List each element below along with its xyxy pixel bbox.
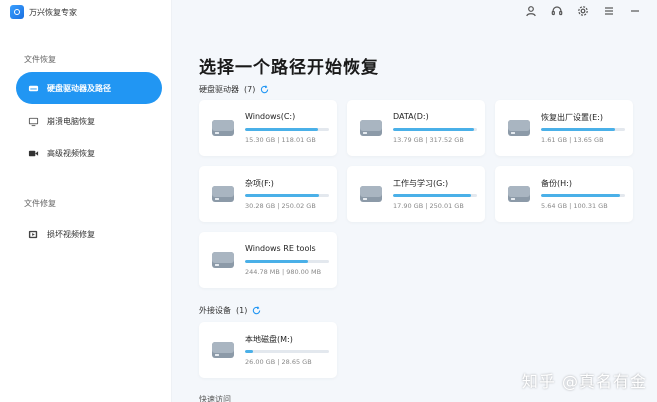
drive-size: 1.61 GB | 13.65 GB (541, 136, 604, 144)
drive-icon (211, 250, 235, 270)
drives-header-label: 硬盘驱动器 (199, 85, 239, 94)
drive-usage-bar (541, 194, 625, 197)
sidebar: 万兴恢复专家 文件恢复 硬盘驱动器及路径 崩溃电脑恢复 高级视频恢复 文件修复 (0, 0, 172, 402)
app-window: 万兴恢复专家 文件恢复 硬盘驱动器及路径 崩溃电脑恢复 高级视频恢复 文件修复 (0, 0, 657, 402)
drive-usage-bar (245, 128, 329, 131)
drive-size: 17.90 GB | 250.01 GB (393, 202, 464, 210)
drive-name: 恢复出厂设置(E:) (541, 113, 603, 122)
sidebar-item-label: 硬盘驱动器及路径 (47, 83, 111, 93)
drive-name: Windows RE tools (245, 244, 316, 253)
drive-card[interactable]: DATA(D:) 13.79 GB | 317.52 GB (347, 100, 485, 156)
quick-access-label: 快速访问 (199, 395, 231, 402)
drive-size: 26.00 GB | 28.65 GB (245, 358, 312, 366)
drive-name: 本地磁盘(M:) (245, 335, 293, 344)
drive-icon (507, 184, 531, 204)
drive-usage-fill (245, 194, 319, 197)
sidebar-item-advanced-video[interactable]: 高级视频恢复 (16, 137, 162, 169)
app-logo-icon (10, 5, 24, 19)
window-controls (525, 5, 641, 17)
drive-icon (211, 340, 235, 360)
app-title: 万兴恢复专家 (29, 7, 77, 17)
drive-icon (359, 118, 383, 138)
sidebar-item-crashed-computer[interactable]: 崩溃电脑恢复 (16, 105, 162, 137)
drive-usage-bar (393, 194, 477, 197)
refresh-icon[interactable] (260, 85, 269, 94)
drive-usage-fill (245, 260, 308, 263)
app-title-bar: 万兴恢复专家 (10, 5, 77, 19)
drive-card[interactable]: 工作与学习(G:) 17.90 GB | 250.01 GB (347, 166, 485, 222)
drive-usage-fill (393, 128, 474, 131)
drive-name: 杂项(F:) (245, 179, 274, 188)
drive-usage-fill (245, 350, 253, 353)
drives-count: (7) (244, 85, 256, 94)
drive-size: 244.78 MB | 980.00 MB (245, 268, 322, 276)
drive-icon (211, 118, 235, 138)
external-group-header: 外接设备 (1) (199, 305, 261, 316)
menu-icon[interactable] (603, 5, 615, 17)
drive-name: Windows(C:) (245, 112, 296, 121)
video-repair-icon (28, 229, 39, 240)
section-label-repair: 文件修复 (24, 199, 56, 208)
drive-size: 5.64 GB | 100.31 GB (541, 202, 608, 210)
drive-card[interactable]: 备份(H:) 5.64 GB | 100.31 GB (495, 166, 633, 222)
settings-icon[interactable] (577, 5, 589, 17)
drive-name: 备份(H:) (541, 179, 572, 188)
drive-usage-fill (245, 128, 319, 131)
crashed-computer-icon (28, 116, 39, 127)
headset-icon[interactable] (551, 5, 563, 17)
drive-card[interactable]: Windows(C:) 15.30 GB | 118.01 GB (199, 100, 337, 156)
drive-icon (359, 184, 383, 204)
main-panel: 选择一个路径开始恢复 硬盘驱动器 (7) Windows(C:) 15.30 GB… (173, 0, 657, 402)
drive-usage-bar (541, 128, 625, 131)
drive-size: 13.79 GB | 317.52 GB (393, 136, 464, 144)
sidebar-item-video-repair[interactable]: 损坏视频修复 (16, 218, 162, 250)
hard-drive-icon (28, 83, 39, 94)
drive-icon (211, 184, 235, 204)
drive-card[interactable]: 本地磁盘(M:) 26.00 GB | 28.65 GB (199, 322, 337, 378)
sidebar-item-label: 损坏视频修复 (47, 229, 95, 239)
sidebar-item-hard-drive[interactable]: 硬盘驱动器及路径 (16, 72, 162, 104)
drive-usage-fill (541, 128, 615, 131)
refresh-icon[interactable] (252, 306, 261, 315)
drive-icon (507, 118, 531, 138)
drive-size: 30.28 GB | 250.02 GB (245, 202, 316, 210)
sidebar-item-label: 高级视频恢复 (47, 148, 95, 158)
page-title: 选择一个路径开始恢复 (199, 58, 379, 78)
external-header-label: 外接设备 (199, 306, 231, 315)
drive-size: 15.30 GB | 118.01 GB (245, 136, 316, 144)
drive-usage-fill (393, 194, 472, 197)
drive-usage-bar (245, 260, 329, 263)
drive-usage-bar (393, 128, 477, 131)
drive-card[interactable]: Windows RE tools 244.78 MB | 980.00 MB (199, 232, 337, 288)
video-camera-icon (28, 148, 39, 159)
drive-card[interactable]: 恢复出厂设置(E:) 1.61 GB | 13.65 GB (495, 100, 633, 156)
sidebar-item-label: 崩溃电脑恢复 (47, 116, 95, 126)
drive-usage-fill (541, 194, 620, 197)
drive-card[interactable]: 杂项(F:) 30.28 GB | 250.02 GB (199, 166, 337, 222)
drive-name: 工作与学习(G:) (393, 179, 449, 188)
minimize-icon[interactable] (629, 5, 641, 17)
external-count: (1) (236, 306, 248, 315)
user-icon[interactable] (525, 5, 537, 17)
section-label-recover: 文件恢复 (24, 55, 56, 64)
drive-usage-bar (245, 350, 329, 353)
watermark: 知乎 @真名有金 (521, 372, 647, 391)
drive-usage-bar (245, 194, 329, 197)
drive-name: DATA(D:) (393, 112, 429, 121)
drives-group-header: 硬盘驱动器 (7) (199, 84, 269, 95)
